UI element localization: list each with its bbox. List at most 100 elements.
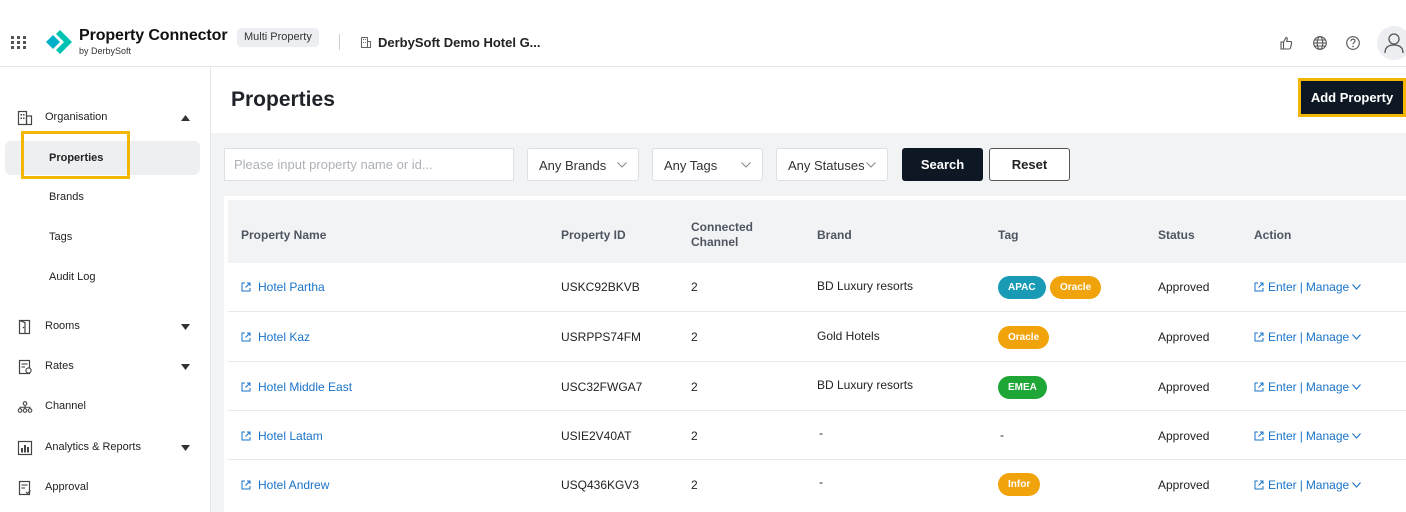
enter-link[interactable]: Enter bbox=[1254, 330, 1297, 344]
apps-grid-icon[interactable] bbox=[11, 36, 26, 49]
table-header: Property Name Property ID Connected Chan… bbox=[228, 200, 1406, 263]
tag-badge: APAC bbox=[998, 276, 1046, 299]
table-row: Hotel Andrew USQ436KGV3 2 - Infor Approv… bbox=[228, 460, 1406, 509]
avatar[interactable] bbox=[1377, 26, 1406, 60]
caret-down-icon bbox=[181, 324, 190, 330]
tag-badge: EMEA bbox=[998, 376, 1047, 399]
enter-label: Enter bbox=[1268, 330, 1297, 344]
caret-down-icon bbox=[181, 364, 190, 370]
column-header: Property Name bbox=[241, 228, 327, 242]
chevron-down-icon bbox=[1352, 482, 1362, 488]
sidebar-item-channel[interactable]: Channel bbox=[0, 392, 210, 422]
external-link-icon bbox=[241, 332, 251, 342]
external-link-icon bbox=[241, 282, 251, 292]
action-cell: Enter | Manage bbox=[1254, 429, 1362, 443]
connected-channel: 2 bbox=[691, 429, 698, 443]
brand-cell: - bbox=[819, 426, 823, 440]
manage-dropdown[interactable]: Manage bbox=[1305, 330, 1362, 344]
table-row: Hotel Partha USKC92BKVB 2 BD Luxury reso… bbox=[228, 263, 1406, 312]
add-property-button[interactable]: Add Property bbox=[1298, 78, 1406, 117]
help-icon[interactable] bbox=[1345, 35, 1361, 51]
rates-icon bbox=[18, 359, 32, 375]
enter-link[interactable]: Enter bbox=[1254, 280, 1297, 294]
property-name: Hotel Middle East bbox=[258, 380, 353, 394]
property-name: Hotel Partha bbox=[258, 280, 325, 294]
property-link[interactable]: Hotel Middle East bbox=[241, 380, 352, 394]
enter-link[interactable]: Enter bbox=[1254, 429, 1297, 443]
chevron-down-icon bbox=[741, 162, 751, 168]
brands-filter-label: Any Brands bbox=[539, 158, 607, 173]
tag-badge: Infor bbox=[998, 473, 1041, 496]
sidebar-item-analytics[interactable]: Analytics & Reports bbox=[0, 433, 210, 463]
property-link[interactable]: Hotel Kaz bbox=[241, 330, 310, 344]
property-link[interactable]: Hotel Latam bbox=[241, 429, 323, 443]
action-cell: Enter | Manage bbox=[1254, 478, 1362, 492]
column-header: Brand bbox=[817, 228, 852, 242]
sidebar-item-label: Approval bbox=[45, 481, 89, 493]
enter-label: Enter bbox=[1268, 429, 1297, 443]
property-link[interactable]: Hotel Andrew bbox=[241, 478, 329, 492]
column-header: Status bbox=[1158, 228, 1195, 242]
enter-link[interactable]: Enter bbox=[1254, 380, 1297, 394]
sidebar-item-label: Analytics & Reports bbox=[45, 441, 141, 453]
sidebar-item-properties[interactable]: Properties bbox=[5, 141, 200, 175]
column-header: Property ID bbox=[561, 228, 626, 242]
chevron-down-icon bbox=[617, 162, 627, 168]
brand-subtitle: by DerbySoft bbox=[79, 46, 132, 56]
external-link-icon bbox=[1254, 480, 1264, 490]
status-cell: Approved bbox=[1158, 478, 1210, 492]
property-id: USKC92BKVB bbox=[561, 280, 640, 294]
chevron-down-icon bbox=[1352, 284, 1362, 290]
manage-dropdown[interactable]: Manage bbox=[1305, 280, 1362, 294]
manage-dropdown[interactable]: Manage bbox=[1305, 380, 1362, 394]
connected-channel: 2 bbox=[691, 380, 698, 394]
sidebar-item-brands[interactable]: Brands bbox=[5, 180, 200, 214]
table-row: Hotel Kaz USRPPS74FM 2 Gold Hotels Oracl… bbox=[228, 313, 1406, 362]
sidebar-item-audit-log[interactable]: Audit Log bbox=[5, 260, 200, 294]
tags-filter-label: Any Tags bbox=[664, 158, 718, 173]
manage-label: Manage bbox=[1305, 478, 1350, 492]
chevron-down-icon bbox=[1352, 384, 1362, 390]
sidebar-item-label: Rates bbox=[45, 360, 74, 372]
chart-icon bbox=[17, 440, 33, 456]
sidebar-item-label: Tags bbox=[49, 231, 73, 243]
action-separator: | bbox=[1299, 330, 1303, 344]
external-link-icon bbox=[241, 382, 251, 392]
action-cell: Enter | Manage bbox=[1254, 280, 1362, 294]
manage-dropdown[interactable]: Manage bbox=[1305, 478, 1362, 492]
brands-filter[interactable]: Any Brands bbox=[527, 148, 639, 181]
property-id: USQ436KGV3 bbox=[561, 478, 640, 492]
external-link-icon bbox=[1254, 282, 1264, 292]
manage-label: Manage bbox=[1305, 330, 1350, 344]
external-link-icon bbox=[241, 480, 251, 490]
approval-icon bbox=[18, 480, 31, 496]
action-separator: | bbox=[1299, 478, 1303, 492]
thumb-icon[interactable] bbox=[1278, 35, 1294, 51]
sidebar-item-rooms[interactable]: Rooms bbox=[0, 312, 210, 342]
sidebar-item-approval[interactable]: Approval bbox=[0, 473, 210, 503]
manage-label: Manage bbox=[1305, 380, 1350, 394]
hotel-selector[interactable]: DerbySoft Demo Hotel G... bbox=[378, 35, 541, 50]
property-link[interactable]: Hotel Partha bbox=[241, 280, 325, 294]
sidebar-item-organisation[interactable]: Organisation bbox=[0, 103, 210, 133]
search-button[interactable]: Search bbox=[902, 148, 983, 181]
manage-label: Manage bbox=[1305, 280, 1350, 294]
action-separator: | bbox=[1299, 280, 1303, 294]
sidebar-item-tags[interactable]: Tags bbox=[5, 220, 200, 254]
search-input[interactable] bbox=[224, 148, 514, 181]
status-cell: Approved bbox=[1158, 280, 1210, 294]
statuses-filter[interactable]: Any Statuses bbox=[776, 148, 888, 181]
building-icon bbox=[361, 37, 371, 48]
sidebar: Organisation Properties Brands Tags Audi… bbox=[0, 67, 211, 512]
manage-dropdown[interactable]: Manage bbox=[1306, 429, 1362, 443]
tag-badge: Oracle bbox=[998, 326, 1050, 349]
external-link-icon bbox=[241, 431, 251, 441]
sidebar-item-rates[interactable]: Rates bbox=[0, 352, 210, 382]
action-separator: | bbox=[1299, 429, 1303, 443]
sidebar-item-label: Brands bbox=[49, 191, 84, 203]
enter-link[interactable]: Enter bbox=[1254, 478, 1297, 492]
globe-icon[interactable] bbox=[1312, 35, 1328, 51]
reset-button[interactable]: Reset bbox=[989, 148, 1070, 181]
tags-filter[interactable]: Any Tags bbox=[652, 148, 763, 181]
column-header: Tag bbox=[998, 228, 1019, 242]
